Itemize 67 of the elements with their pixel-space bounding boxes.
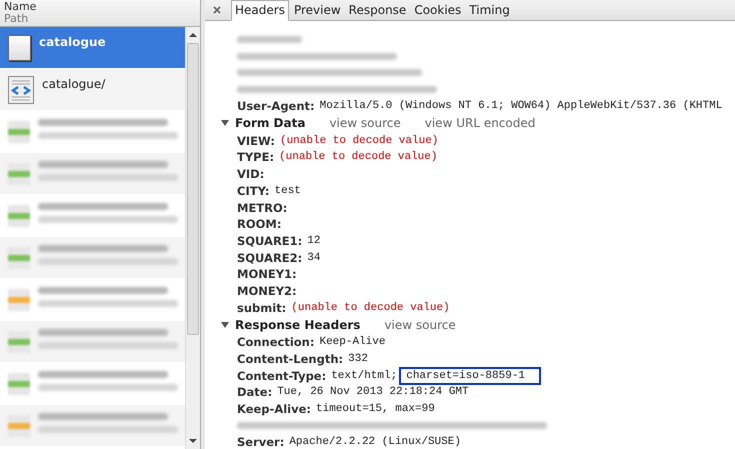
- header-value: Mozilla/5.0 (Windows NT 6.1; WOW64) AppleWebKit/537.36 (KHTML: [320, 100, 722, 112]
- header-name: Keep-Alive:: [237, 402, 311, 416]
- request-row[interactable]: [0, 405, 185, 447]
- blurred-file-icon: [8, 204, 30, 226]
- header-value: (unable to decode value): [291, 302, 450, 314]
- header-value: Apache/2.2.22 (Linux/SUSE): [289, 436, 461, 448]
- header-value: 332: [348, 353, 368, 366]
- view-link[interactable]: view source: [384, 318, 456, 332]
- section-title: Form Data: [235, 116, 306, 130]
- request-row[interactable]: catalogue: [0, 27, 185, 69]
- tab[interactable]: Headers: [231, 0, 289, 21]
- blurred-file-icon: [8, 120, 30, 142]
- document-icon: [8, 34, 31, 60]
- header-name: VIEW:: [237, 134, 275, 148]
- header-name: MONEY2:: [237, 284, 297, 298]
- redacted-text: [237, 36, 302, 43]
- caret-icon[interactable]: [221, 119, 229, 128]
- view-link[interactable]: view source: [329, 116, 401, 130]
- header-name: METRO:: [237, 200, 288, 215]
- header-name: Date:: [237, 385, 272, 400]
- tab[interactable]: Preview: [290, 1, 344, 20]
- blurred-file-icon: [8, 246, 30, 268]
- header-value: Tue, 26 Nov 2013 22:18:24 GMT: [277, 386, 469, 398]
- header-name: submit:: [237, 300, 286, 315]
- header-name: Content-Type:: [237, 368, 326, 383]
- header-value: (unable to decode value): [280, 134, 438, 147]
- request-row[interactable]: [0, 237, 185, 279]
- blurred-file-icon: [8, 414, 30, 436]
- header-value: 34: [307, 252, 320, 264]
- header-value: test: [274, 184, 301, 197]
- caret-icon[interactable]: [221, 321, 229, 329]
- header-name: CITY:: [237, 184, 270, 198]
- blurred-file-icon: [8, 372, 30, 394]
- column-title: Name: [4, 1, 38, 13]
- request-row[interactable]: [0, 153, 185, 195]
- tab[interactable]: Timing: [466, 1, 513, 20]
- header-value: text/html;: [331, 370, 398, 382]
- header-name: Content-Length:: [237, 352, 344, 366]
- header-value: Keep-Alive: [319, 336, 386, 348]
- header-name: VID:: [237, 167, 264, 182]
- column-subtitle: Path: [4, 13, 30, 25]
- header-name: User-Agent:: [237, 99, 315, 114]
- request-name: catalogue/: [42, 77, 106, 91]
- request-row[interactable]: catalogue/: [0, 69, 185, 111]
- header-name: Server:: [237, 435, 284, 449]
- close-icon[interactable]: [213, 6, 221, 14]
- header-name: ROOM:: [237, 217, 282, 232]
- header-value: timeout=15, max=99: [316, 403, 435, 416]
- request-row[interactable]: [0, 321, 185, 363]
- request-name: catalogue: [39, 35, 106, 49]
- blurred-file-icon: [8, 162, 30, 184]
- scrollbar[interactable]: [185, 27, 200, 449]
- section-title: Response Headers: [235, 318, 360, 332]
- header-name: TYPE:: [237, 150, 274, 164]
- header-name: Connection:: [237, 335, 314, 350]
- header-name: SQUARE1:: [237, 234, 302, 248]
- tab[interactable]: Cookies: [411, 1, 464, 20]
- highlighted-value: charset=iso-8859-1: [399, 366, 542, 385]
- code-file-icon: [8, 76, 34, 104]
- header-name: MONEY1:: [237, 267, 297, 282]
- view-link[interactable]: view URL encoded: [424, 116, 536, 130]
- header-name: SQUARE2:: [237, 250, 302, 265]
- header-value: 12: [307, 234, 320, 247]
- blurred-file-icon: [8, 330, 30, 352]
- blurred-file-icon: [8, 288, 30, 310]
- tab[interactable]: Response: [346, 1, 410, 20]
- header-value: (unable to decode value): [279, 151, 438, 164]
